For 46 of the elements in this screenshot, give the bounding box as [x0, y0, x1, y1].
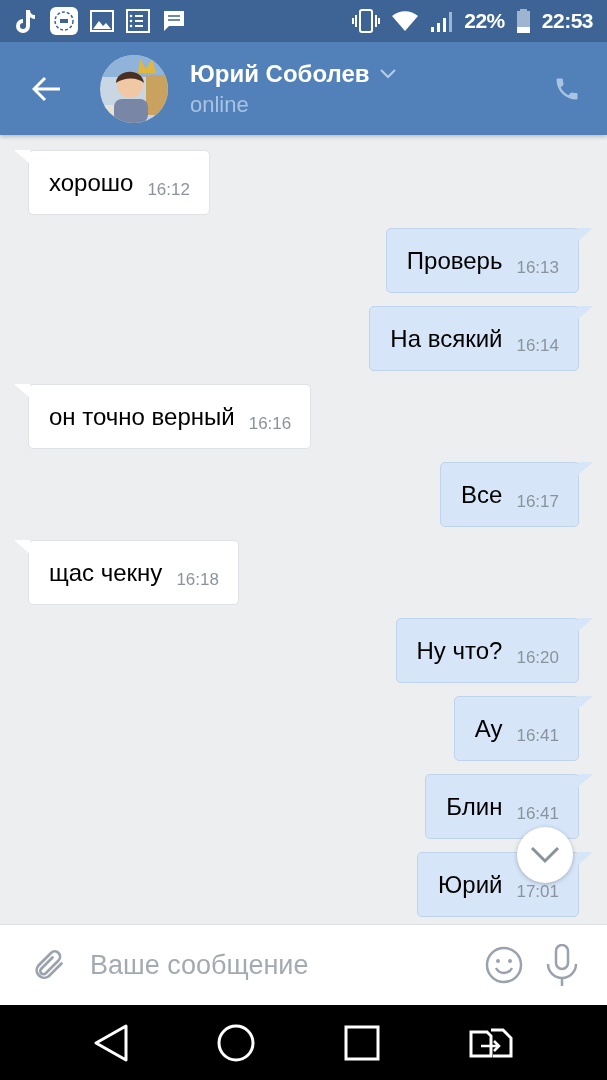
chevron-down-icon	[379, 68, 396, 79]
back-triangle-icon[interactable]	[94, 1023, 129, 1062]
message-time: 17:01	[516, 881, 559, 902]
message-time: 16:18	[176, 569, 219, 590]
wifi-icon	[392, 11, 419, 31]
voice-button[interactable]	[545, 944, 579, 986]
message-text: Ау	[474, 714, 503, 743]
home-circle-icon[interactable]	[217, 1023, 256, 1062]
message-text: Ну что?	[416, 636, 503, 665]
message-input[interactable]: Ваше сообщение	[88, 948, 463, 982]
message-text: Блин	[446, 792, 503, 821]
message-text: На всякий	[390, 324, 503, 353]
contact-name[interactable]: Юрий Соболев	[190, 59, 396, 88]
battery-icon	[516, 9, 530, 33]
emoji-button[interactable]	[485, 946, 523, 984]
app-icon	[50, 7, 78, 35]
message-time: 16:12	[147, 179, 190, 200]
battery-percent: 22%	[464, 9, 505, 33]
message-text: он точно верный	[49, 402, 235, 431]
message-time: 16:20	[516, 647, 559, 668]
square-icon[interactable]	[343, 1024, 380, 1061]
message-time: 16:13	[516, 257, 559, 278]
clock: 22:53	[541, 9, 593, 33]
chevron-down-icon	[530, 846, 560, 864]
back-arrow-icon	[32, 75, 62, 102]
message-text: Проверь	[406, 246, 503, 275]
document-icon	[126, 9, 150, 33]
message-text: хорошо	[49, 168, 134, 197]
signal-icon	[430, 10, 453, 32]
message-text: щас чекну	[49, 558, 163, 587]
message-text: Юрий	[438, 870, 503, 899]
back-button[interactable]	[32, 75, 62, 102]
message-time: 16:16	[248, 413, 292, 434]
message-time: 16:17	[516, 491, 559, 512]
smiley-icon	[485, 946, 523, 984]
message-time: 16:41	[516, 725, 559, 746]
image-icon	[90, 10, 114, 32]
message-icon	[162, 9, 186, 33]
message-text: Все	[461, 480, 503, 509]
vibrate-icon	[352, 9, 381, 33]
message-composer[interactable]: Ваше сообщение	[0, 924, 607, 1005]
microphone-icon	[545, 944, 579, 986]
message-time: 16:41	[516, 803, 559, 824]
music-note-icon	[14, 8, 38, 34]
message-time: 16:14	[516, 335, 559, 356]
online-status: online	[190, 91, 250, 118]
